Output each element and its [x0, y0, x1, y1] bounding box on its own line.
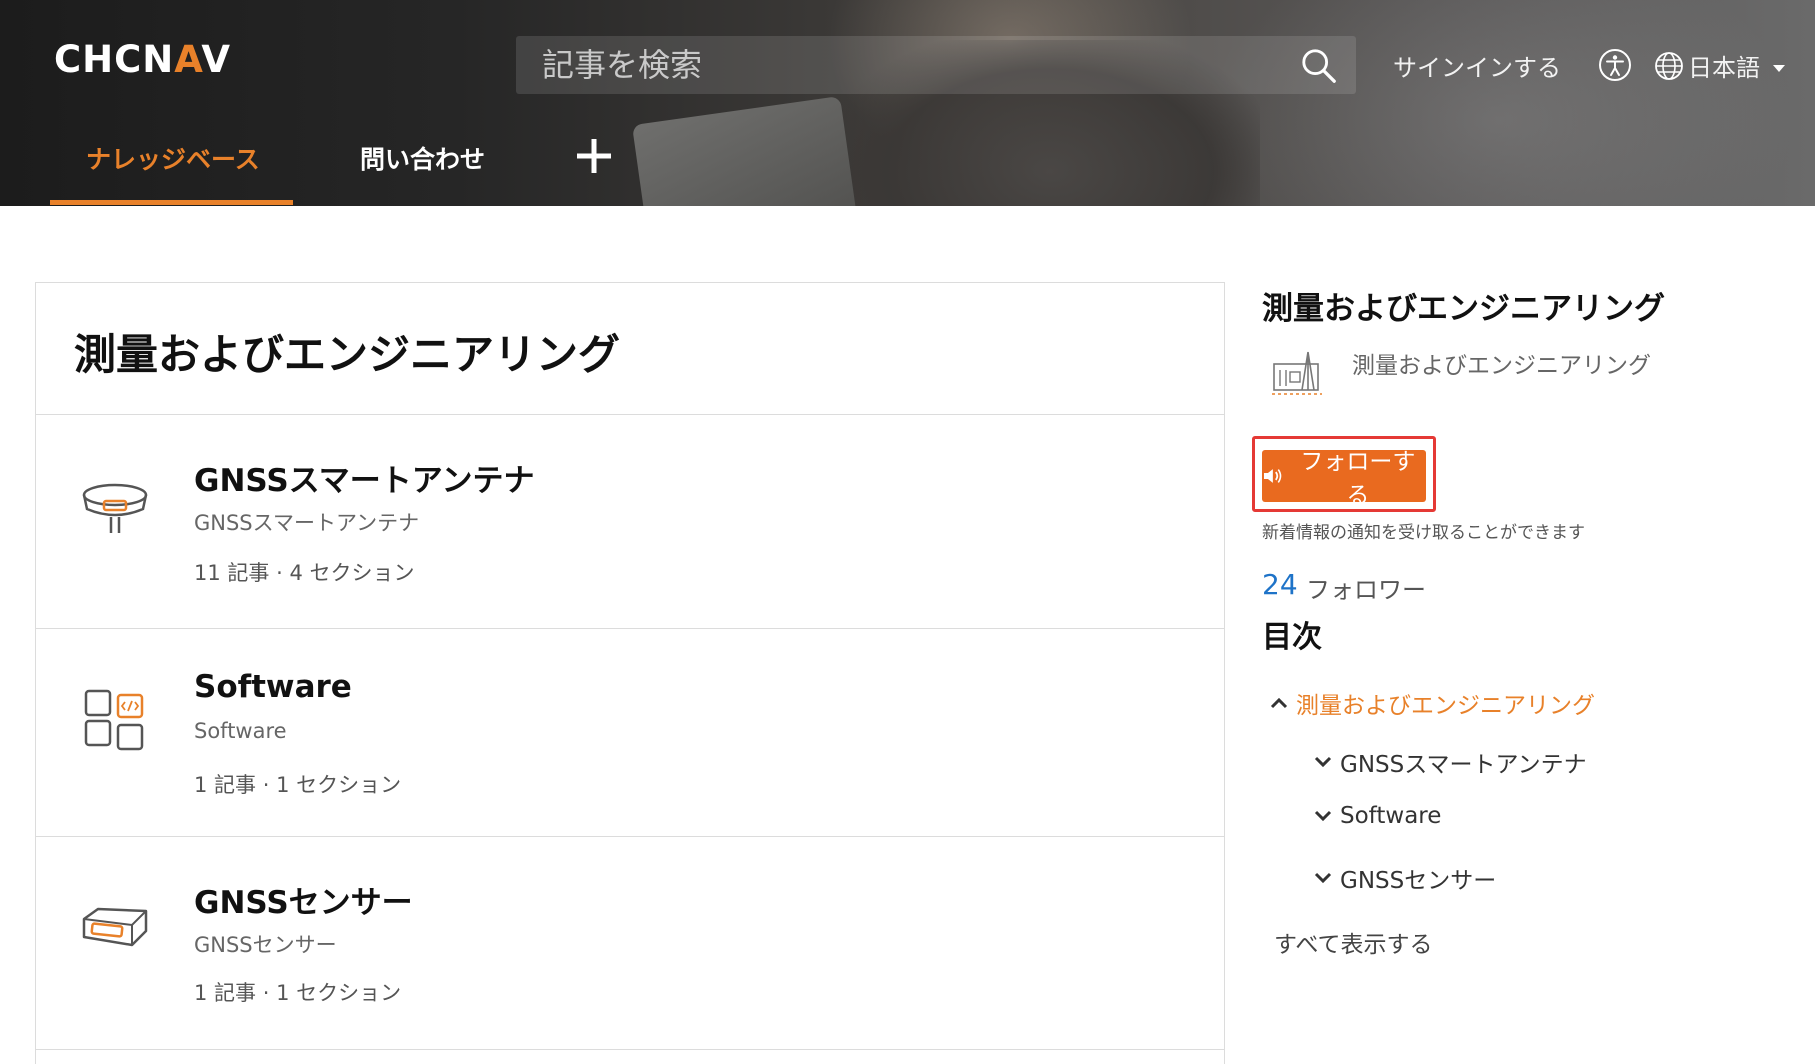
section-meta: 1 記事 · 1 セクション	[194, 977, 401, 1007]
search-input[interactable]	[542, 36, 1282, 94]
article-count: 1 記事	[194, 981, 257, 1005]
globe-icon[interactable]	[1654, 51, 1684, 81]
tab-contact[interactable]: 問い合わせ	[360, 140, 485, 176]
section-subtitle: GNSSスマートアンテナ	[194, 511, 420, 535]
toc-item-gnss-antenna[interactable]: GNSSスマートアンテナ	[1314, 745, 1587, 779]
article-count: 11 記事	[194, 561, 270, 585]
site-header: CHCNAV サインインする 日本語 ナレッジベース 問い合わせ	[0, 0, 1815, 206]
follow-note: 新着情報の通知を受け取ることができます	[1262, 523, 1585, 543]
divider	[36, 1049, 1224, 1050]
section-meta: 1 記事 · 1 セクション	[194, 769, 401, 799]
sidebar-category-name: 測量およびエンジニアリング	[1352, 353, 1651, 379]
section-count: · 4 セクション	[276, 561, 415, 585]
sidebar-title: 測量およびエンジニアリング	[1262, 291, 1665, 327]
section-title[interactable]: Software	[194, 669, 352, 705]
chevron-down-icon[interactable]	[1314, 871, 1332, 885]
section-title[interactable]: GNSSスマートアンテナ	[194, 455, 534, 500]
chcnav-logo[interactable]: CHCNAV	[54, 38, 231, 81]
section-row-software[interactable]: Software Software 1 記事 · 1 セクション	[36, 629, 1224, 842]
chevron-up-icon[interactable]	[1270, 696, 1288, 710]
toc-item-root[interactable]: 測量およびエンジニアリング	[1270, 686, 1595, 720]
plus-icon[interactable]	[574, 136, 614, 176]
chevron-down-icon[interactable]	[1314, 809, 1332, 823]
signin-link[interactable]: サインインする	[1393, 48, 1561, 83]
page-title: 測量およびエンジニアリング	[74, 330, 621, 379]
logo-text-end: V	[201, 38, 232, 81]
surveying-category-icon	[1272, 351, 1322, 395]
toc-item-label[interactable]: Software	[1340, 803, 1441, 829]
search-icon[interactable]	[1300, 47, 1338, 85]
toc-item-label[interactable]: 測量およびエンジニアリング	[1296, 686, 1595, 720]
tab-knowledge-base[interactable]: ナレッジベース	[86, 140, 260, 176]
language-selector[interactable]: 日本語	[1688, 48, 1760, 83]
section-count: · 1 セクション	[262, 773, 402, 797]
section-count: · 1 セクション	[262, 981, 402, 1005]
hero-tablet-shape	[631, 96, 859, 206]
section-row-gnss-sensor[interactable]: GNSSセンサー GNSSセンサー 1 記事 · 1 セクション	[36, 837, 1224, 1050]
follower-label: フォロワー	[1306, 576, 1426, 604]
caret-down-icon[interactable]	[1772, 64, 1786, 74]
category-card: 測量およびエンジニアリング GNSSスマートアンテナ GNSSスマートアンテナ …	[35, 282, 1225, 1064]
follow-button[interactable]: フォローする	[1262, 449, 1426, 509]
logo-accent-letter: A	[174, 38, 202, 81]
toc-item-label[interactable]: GNSSスマートアンテナ	[1340, 745, 1587, 779]
toc-item-gnss-sensor[interactable]: GNSSセンサー	[1314, 861, 1496, 895]
logo-text: CHCN	[54, 38, 175, 81]
section-title[interactable]: GNSSセンサー	[194, 877, 413, 922]
toc-title: 目次	[1262, 620, 1322, 655]
chevron-down-icon[interactable]	[1314, 755, 1332, 769]
speaker-icon	[1263, 469, 1282, 483]
software-icon	[84, 689, 144, 751]
show-all-link[interactable]: すべて表示する	[1274, 925, 1432, 959]
follower-count: 24	[1262, 568, 1298, 601]
accessibility-icon[interactable]	[1598, 48, 1632, 82]
active-tab-underline	[50, 200, 293, 205]
gnss-sensor-icon	[82, 907, 148, 947]
toc-item-label[interactable]: GNSSセンサー	[1340, 861, 1496, 895]
search-box	[516, 36, 1356, 94]
toc-item-software[interactable]: Software	[1314, 803, 1441, 829]
section-subtitle: Software	[194, 719, 287, 743]
section-meta: 11 記事 · 4 セクション	[194, 557, 414, 587]
follow-button-label: フォローする	[1300, 449, 1416, 509]
gnss-antenna-icon	[82, 483, 148, 533]
section-row-gnss-antenna[interactable]: GNSSスマートアンテナ GNSSスマートアンテナ 11 記事 · 4 セクショ…	[36, 415, 1224, 628]
section-subtitle: GNSSセンサー	[194, 933, 337, 957]
article-count: 1 記事	[194, 773, 257, 797]
